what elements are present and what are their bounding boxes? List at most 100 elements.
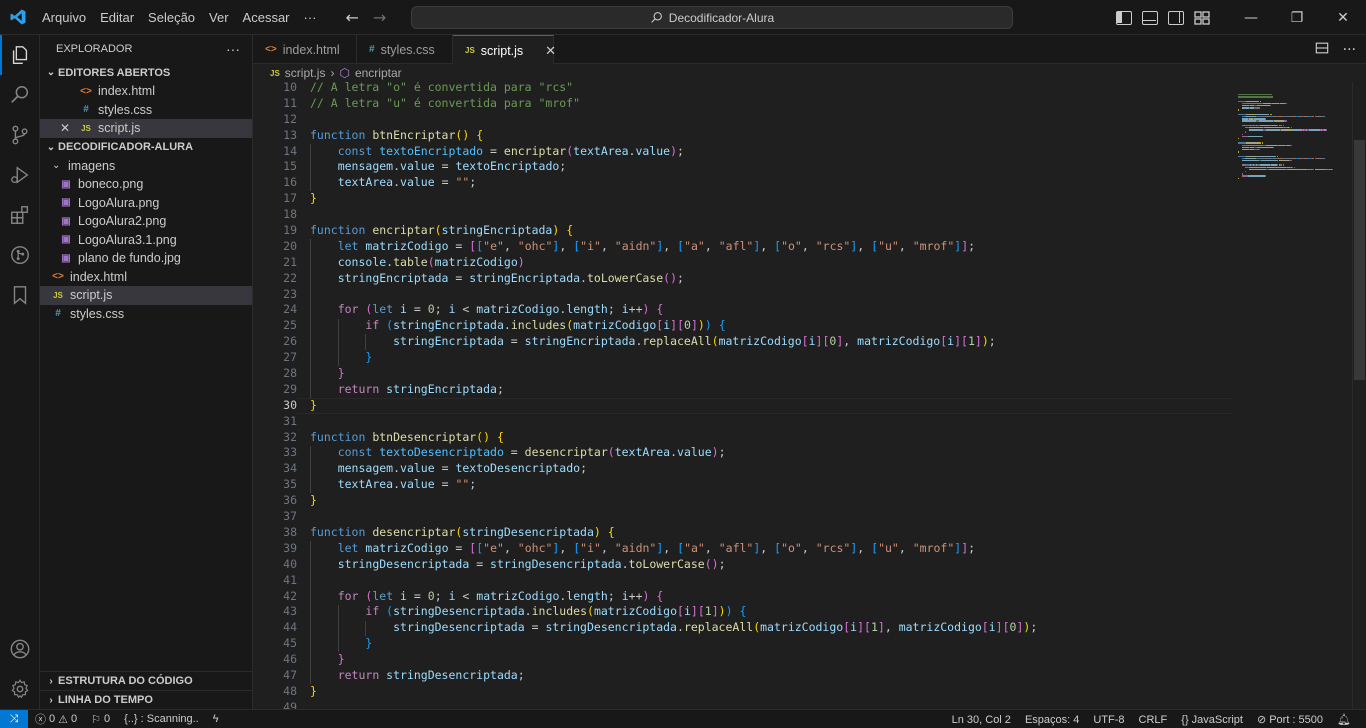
scanning-status[interactable]: {..} : Scanning.. [117, 713, 206, 725]
file-tree-item[interactable]: ▣ LogoAlura2.png [40, 212, 252, 231]
outline-section[interactable]: › ESTRUTURA DO CÓDIGO [40, 671, 253, 690]
code-line[interactable]: let matrizCodigo = [["e", "ohc"], ["i", … [310, 541, 1037, 557]
live-server-port[interactable]: ⊘ Port : 5500 [1250, 713, 1330, 727]
forward-arrow-icon[interactable]: → [373, 8, 386, 27]
encoding[interactable]: UTF-8 [1086, 714, 1131, 726]
code-line[interactable]: return stringEncriptada; [310, 382, 1037, 398]
code-line[interactable]: } [310, 350, 1037, 366]
menu-selecao[interactable]: Seleção [141, 0, 202, 35]
file-tree-item[interactable]: <> index.html [40, 268, 252, 287]
code-line[interactable]: for (let i = 0; i < matrizCodigo.length;… [310, 589, 1037, 605]
project-section[interactable]: ⌄ DECODIFICADOR-ALURA [40, 138, 252, 157]
code-line[interactable]: // A letra "u" é convertida para "mrof" [310, 96, 1037, 112]
restore-button[interactable]: ❐ [1274, 0, 1320, 35]
open-editor-item[interactable]: # styles.css [40, 101, 252, 120]
extensions-icon[interactable] [0, 195, 40, 235]
vertical-scrollbar[interactable] [1352, 82, 1366, 709]
file-tree-item[interactable]: ▣ boneco.png [40, 175, 252, 194]
minimap[interactable] [1238, 82, 1348, 709]
code-line[interactable]: return stringDesencriptada; [310, 668, 1037, 684]
code-line[interactable]: let matrizCodigo = [["e", "ohc"], ["i", … [310, 239, 1037, 255]
accounts-icon[interactable] [0, 629, 40, 669]
file-tree-item[interactable]: # styles.css [40, 305, 252, 324]
code-line[interactable]: console.table(matrizCodigo) [310, 255, 1037, 271]
code-line[interactable]: if (stringEncriptada.includes(matrizCodi… [310, 318, 1037, 334]
git-graph-icon[interactable] [0, 235, 40, 275]
remote-indicator-icon[interactable]: ⤨ [0, 709, 28, 728]
file-tree-item[interactable]: ▣ LogoAlura.png [40, 194, 252, 213]
code-line[interactable]: } [310, 493, 1037, 509]
code-line[interactable]: stringDesencriptada = stringDesencriptad… [310, 557, 1037, 573]
code-line[interactable]: } [310, 684, 1037, 700]
code-line[interactable]: } [310, 636, 1037, 652]
timeline-section[interactable]: › LINHA DO TEMPO [40, 690, 253, 709]
code-line[interactable]: } [310, 191, 1037, 207]
toggle-panel-icon[interactable] [1142, 10, 1158, 25]
split-editor-icon[interactable] [1315, 41, 1329, 59]
editor-more-icon[interactable]: ··· [1343, 42, 1356, 58]
more-menu-icon[interactable]: ··· [297, 0, 324, 35]
code-line[interactable]: if (stringDesencriptada.includes(matrizC… [310, 604, 1037, 620]
open-editor-item[interactable]: <> index.html [40, 82, 252, 101]
menu-acessar[interactable]: Acessar [236, 0, 297, 35]
code-line[interactable] [310, 509, 1037, 525]
toggle-secondary-sidebar-icon[interactable] [1168, 10, 1184, 25]
notifications-bell-icon[interactable]: 🔔︎ [1330, 713, 1358, 726]
folder-imagens[interactable]: ⌄ imagens [40, 157, 252, 176]
code-line[interactable]: mensagem.value = textoDesencriptado; [310, 461, 1037, 477]
code-line[interactable]: textArea.value = ""; [310, 175, 1037, 191]
explorer-icon[interactable] [0, 35, 40, 75]
code-line[interactable]: stringDesencriptada = stringDesencriptad… [310, 620, 1037, 636]
code-line[interactable] [310, 573, 1037, 589]
file-tree-item[interactable]: ▣ LogoAlura3.1.png [40, 231, 252, 250]
explorer-more-icon[interactable]: ··· [226, 41, 240, 57]
code-line[interactable]: for (let i = 0; i < matrizCodigo.length;… [310, 302, 1037, 318]
search-icon[interactable] [0, 75, 40, 115]
minimize-button[interactable]: — [1228, 0, 1274, 35]
code-line[interactable]: const textoDesencriptado = desencriptar(… [310, 445, 1037, 461]
code-line[interactable]: const textoEncriptado = encriptar(textAr… [310, 144, 1037, 160]
file-tree-item[interactable]: ▣ plano de fundo.jpg [40, 249, 252, 268]
bookmark-icon[interactable] [0, 275, 40, 315]
tab-script-js[interactable]: JS script.js ✕ [453, 35, 556, 65]
menu-editar[interactable]: Editar [93, 0, 141, 35]
code-line[interactable] [310, 287, 1037, 303]
code-line[interactable]: function btnDesencriptar() { [310, 430, 1037, 446]
command-center[interactable]: Decodificador-Alura [411, 6, 1013, 29]
file-tree-item-active[interactable]: JS script.js [40, 286, 252, 305]
code-line[interactable]: function encriptar(stringEncriptada) { [310, 223, 1037, 239]
language-mode[interactable]: {} JavaScript [1174, 714, 1250, 726]
end-of-line[interactable]: CRLF [1132, 714, 1175, 726]
run-debug-icon[interactable] [0, 155, 40, 195]
code-line[interactable]: textArea.value = ""; [310, 477, 1037, 493]
code-line[interactable]: stringEncriptada = stringEncriptada.toLo… [310, 271, 1037, 287]
code-line[interactable] [310, 700, 1037, 709]
breadcrumb-symbol[interactable]: encriptar [355, 66, 402, 80]
code-line[interactable] [310, 207, 1037, 223]
code-editor[interactable]: 10 11 12 13 14 15 16 17 18 19 20 21 22 23 24 25 26 27 28 29… [253, 82, 1366, 709]
close-tab-icon[interactable]: ✕ [545, 43, 556, 59]
problems-indicator[interactable]: ⓧ 0 ⚠ 0 [28, 711, 84, 727]
code-line[interactable] [310, 112, 1037, 128]
customize-layout-icon[interactable] [1194, 10, 1210, 25]
code-line[interactable]: function btnEncriptar() { [310, 128, 1037, 144]
code-line[interactable]: } [310, 366, 1037, 382]
open-editors-section[interactable]: ⌄ EDITORES ABERTOS [40, 63, 252, 82]
open-editor-item-active[interactable]: ✕ JS script.js [40, 119, 252, 138]
breadcrumb-file[interactable]: script.js [285, 66, 326, 80]
code-line[interactable]: // A letra "o" é convertida para "rcs" [310, 82, 1037, 96]
cursor-position[interactable]: Ln 30, Col 2 [945, 714, 1018, 726]
tab-styles-css[interactable]: # styles.css [357, 35, 453, 64]
code-line[interactable]: } [310, 398, 1037, 414]
ports-indicator[interactable]: ⚐ 0 [84, 713, 117, 726]
menu-ver[interactable]: Ver [202, 0, 236, 35]
debug-plug-icon[interactable]: ϟ [206, 713, 226, 725]
code-line[interactable]: stringEncriptada = stringEncriptada.repl… [310, 334, 1037, 350]
code-lines[interactable]: // A letra "o" é convertida para "rcs"//… [310, 82, 1037, 709]
toggle-primary-sidebar-icon[interactable] [1116, 10, 1132, 25]
menu-arquivo[interactable]: Arquivo [35, 0, 93, 35]
code-line[interactable]: function desencriptar(stringDesencriptad… [310, 525, 1037, 541]
code-line[interactable] [310, 414, 1037, 430]
tab-index-html[interactable]: <> index.html [253, 35, 357, 64]
scrollbar-thumb[interactable] [1354, 140, 1365, 380]
